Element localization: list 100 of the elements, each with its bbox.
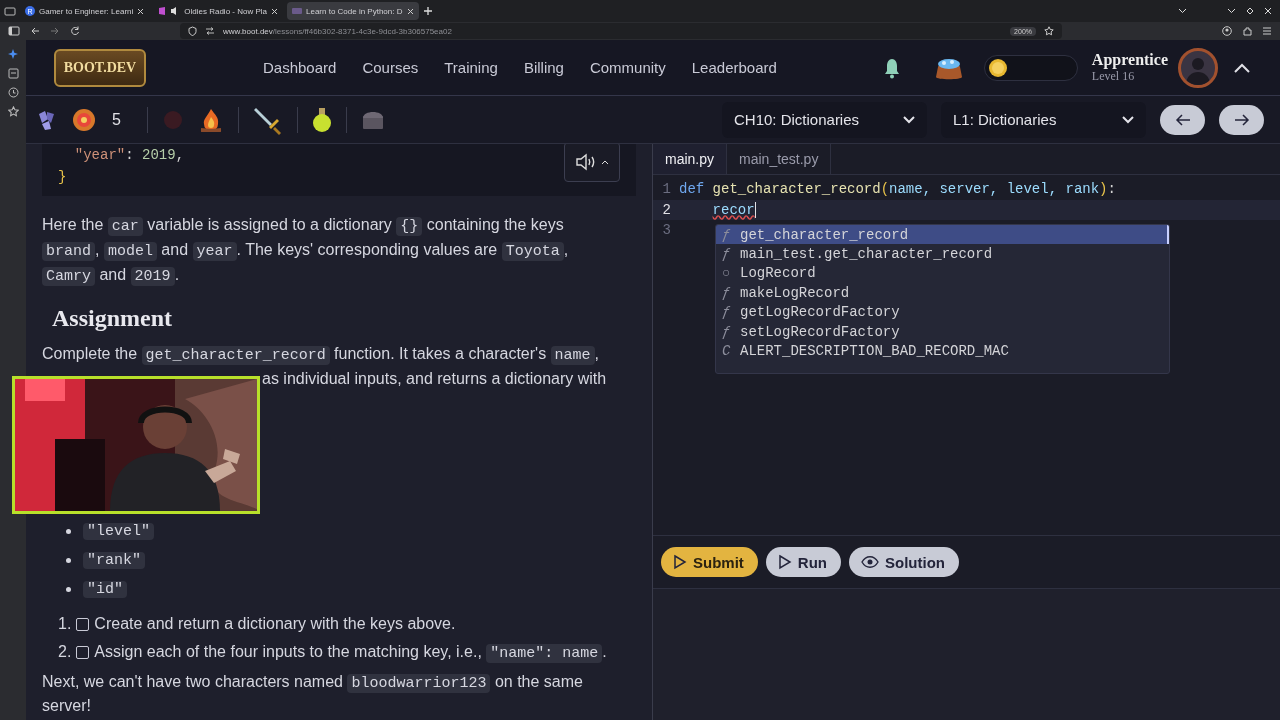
reload-icon[interactable] [70, 26, 80, 36]
maximize-icon[interactable] [1246, 7, 1254, 15]
rank-title: Apprentice [1091, 51, 1168, 69]
step-number: 2. [58, 643, 72, 661]
menu-icon[interactable] [1262, 26, 1272, 36]
minimize-icon[interactable] [1227, 8, 1236, 14]
nav-link[interactable]: Dashboard [263, 59, 337, 76]
account-icon[interactable] [1222, 26, 1232, 36]
step-number: 1. [58, 615, 72, 633]
browser-tab[interactable]: Oldies Radio - Now Pla [153, 2, 283, 20]
storage-icon[interactable] [7, 68, 19, 79]
list-item: "level" [83, 523, 154, 540]
suggestion-item[interactable]: ƒ getLogRecordFactory [716, 302, 1169, 322]
code-token: ) [1099, 181, 1108, 198]
shield-icon [188, 26, 197, 36]
file-tab[interactable]: main.py [653, 144, 728, 174]
chest-icon[interactable] [360, 109, 385, 130]
suggestion-item[interactable]: C ALERT_DESCRIPTION_BAD_RECORD_MAC [716, 341, 1169, 361]
nav-link[interactable]: Community [589, 59, 666, 76]
play-icon [673, 554, 687, 570]
suggestion-item[interactable]: ƒ get_character_record [716, 225, 1169, 245]
code-token: recor [712, 201, 755, 218]
previous-button[interactable] [1160, 104, 1205, 135]
step-text: Assign each of the four inputs to the matching key, i.e., "name": name . [94, 643, 607, 661]
nav-link[interactable]: Billing [523, 59, 564, 76]
target-orb-icon[interactable] [72, 107, 96, 132]
bullet-icon [66, 558, 71, 563]
code-token: : [125, 147, 135, 163]
text-line: Complete the get_character_record function. It takes a character's name , [42, 344, 601, 366]
history-icon[interactable] [7, 87, 19, 98]
list-item: "id" [83, 581, 127, 598]
forward-icon[interactable] [50, 26, 60, 36]
caret-icon [1122, 115, 1134, 124]
xp-toggle[interactable] [983, 54, 1078, 81]
audio-button[interactable] [564, 144, 620, 182]
run-button[interactable]: Run [765, 547, 841, 577]
arrow-left-icon [1174, 113, 1191, 126]
nav-link[interactable]: Training [444, 59, 498, 76]
line-number: 3 [661, 222, 672, 239]
tabs-icon[interactable] [4, 6, 16, 16]
line-number: 1 [661, 181, 672, 198]
text-line: as individual inputs, and returns a dictionary with [262, 370, 607, 387]
code-token: get_character_record [712, 181, 881, 198]
suggestion-item[interactable]: ƒ main_test.get_character_record [716, 244, 1169, 264]
logo[interactable]: BOOT.DEV [54, 48, 146, 87]
browser-tab[interactable]: Learn to Code in Python: D [287, 2, 419, 20]
checkbox[interactable] [76, 617, 90, 631]
code-token: def [679, 181, 705, 198]
nav-link[interactable]: Leaderboard [691, 59, 777, 76]
star-icon[interactable] [7, 106, 19, 117]
list-item: "rank" [83, 552, 145, 569]
permissions-icon[interactable] [205, 27, 215, 35]
section-heading: Assignment [52, 304, 173, 333]
chevron-up-icon[interactable] [1234, 62, 1250, 73]
suggestion-item[interactable]: ○ LogRecord [716, 263, 1169, 284]
extensions-icon[interactable] [1242, 26, 1252, 36]
potion-icon[interactable] [311, 106, 332, 133]
code-token: , [175, 147, 185, 163]
suggestion-item[interactable]: ƒ setLogRecordFactory [716, 321, 1169, 342]
code-token: : [1107, 181, 1116, 198]
level-label: Level 16 [1091, 69, 1136, 84]
bullet-icon [66, 587, 71, 592]
chapter-dropdown[interactable]: CH10: Dictionaries [722, 101, 927, 138]
caret-icon [903, 115, 915, 124]
file-tab[interactable]: main_test.py [727, 144, 832, 174]
bell-icon[interactable] [883, 56, 900, 79]
lesson-dropdown[interactable]: L1: Dictionaries [941, 101, 1146, 138]
code-token: "year" [74, 147, 126, 163]
paragraph: Next, we can't have two characters named bloodwarrior123 on the same server! [42, 672, 584, 716]
url-text: www.boot.dev/lessons/ff46b302-8371-4c3e-9dcd-3b306575ea02 [223, 26, 452, 36]
next-button[interactable] [1219, 104, 1264, 135]
code-token: name, server, level, rank [889, 181, 1100, 198]
item-count: 5 [112, 110, 121, 129]
nav-link[interactable]: Courses [362, 59, 419, 76]
arrow-right-icon [1233, 113, 1250, 126]
close-icon[interactable] [271, 7, 278, 15]
eye-icon [861, 556, 879, 568]
new-tab-icon[interactable] [422, 6, 433, 16]
sidebar-icon[interactable] [8, 26, 20, 36]
site-icon [292, 6, 302, 16]
code-token: ( [880, 181, 890, 198]
paragraph: Here the car variable is assigned to a dictionary {} containing the keys brand , model and year . The keys' corresponding values are Toyota , Camry and 2019 . [42, 215, 570, 287]
avatar[interactable] [1178, 47, 1218, 88]
step-text: Create and return a dictionary with the keys above. [94, 615, 456, 633]
code-token: 2019 [142, 147, 176, 163]
bullet-icon [66, 529, 71, 534]
suggestion-item[interactable]: ƒ makeLogRecord [716, 283, 1169, 303]
checkbox[interactable] [76, 645, 90, 659]
code-token: } [58, 169, 67, 185]
coin-icon [987, 57, 1008, 78]
star-icon[interactable] [1044, 26, 1054, 36]
solution-button[interactable]: Solution [849, 547, 959, 577]
close-icon[interactable] [137, 7, 145, 15]
back-icon[interactable] [30, 26, 40, 36]
submit-button[interactable]: Submit [661, 547, 758, 577]
sparkle-icon[interactable] [7, 48, 19, 60]
play-icon [777, 554, 792, 570]
close-icon[interactable] [406, 7, 414, 15]
chevron-icon[interactable] [1178, 8, 1187, 14]
close-icon[interactable] [1264, 7, 1272, 15]
